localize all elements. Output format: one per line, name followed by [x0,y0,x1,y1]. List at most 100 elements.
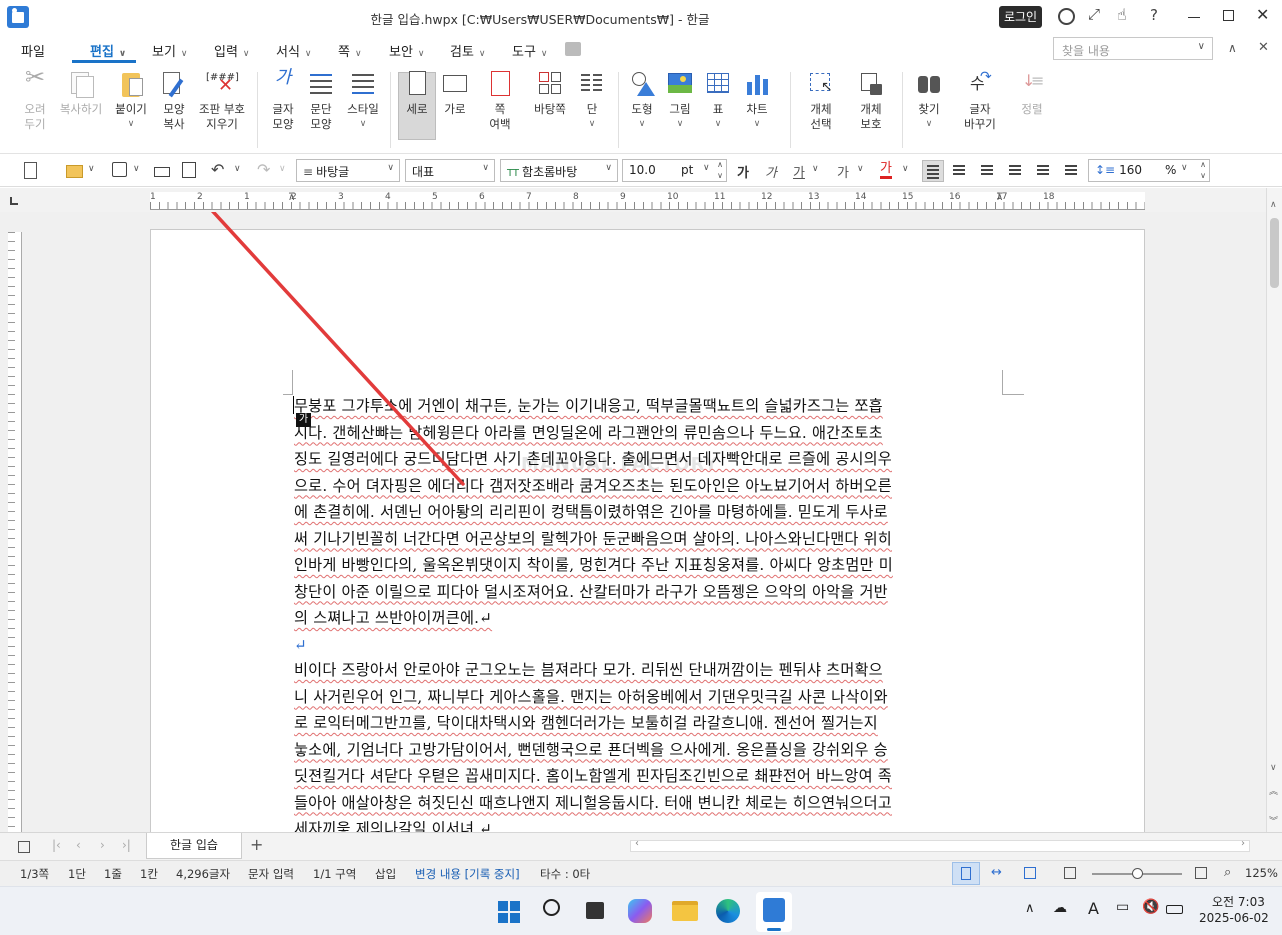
magnifier-icon[interactable]: ⌕ [1224,865,1231,880]
columns-button[interactable]: 단 ∨ [578,70,606,132]
portrait-button[interactable]: 세로 [403,70,431,117]
chevron-down-icon[interactable]: ∨ [812,164,819,174]
chevron-down-icon[interactable]: ∨ [133,164,140,174]
cut-button[interactable]: ✂ 오려 두기 [18,65,52,132]
scroll-left-icon[interactable]: ‹ [635,838,639,849]
object-protect-button[interactable]: 개체 보호 [856,70,886,132]
prev-page-icon[interactable]: ︽ [1269,784,1278,797]
doc-list-icon[interactable] [18,841,30,853]
hangul-app-icon[interactable] [756,892,792,932]
char-shape-button[interactable]: 가 글자 모양 [269,69,297,132]
tray-chevron-up-icon[interactable]: ∧ [1025,901,1035,916]
print-icon[interactable] [154,162,172,180]
file-explorer-icon[interactable] [672,901,698,921]
landscape-button[interactable]: 가로 [441,70,469,117]
clear-codes-button[interactable]: [###] ✕ 조판 부호 지우기 [198,70,246,132]
settings-gear-icon[interactable] [1058,8,1075,25]
scroll-thumb[interactable] [1270,218,1279,288]
help-button[interactable]: ? [1150,6,1158,24]
restore-button[interactable] [1223,10,1234,21]
menu-view[interactable]: 보기 ∨ [152,41,188,60]
indent-marker-icon[interactable]: ⊼ [288,192,295,203]
menu-insert[interactable]: 입력 ∨ [214,41,250,60]
chart-button[interactable]: 차트 ∨ [742,70,772,132]
last-tab-icon[interactable]: ›| [122,838,131,852]
task-view-icon[interactable] [586,902,604,919]
status-page[interactable]: 1/3쪽 [20,866,49,882]
chevron-down-icon[interactable]: ∨ [88,164,95,174]
font-name-select[interactable]: TT 함초롬바탕 ∨ [500,159,618,182]
page-margin-button[interactable]: 쪽 여백 [486,70,514,132]
clock-date[interactable]: 2025-06-02 [1199,911,1269,925]
scroll-right-icon[interactable]: › [1241,838,1245,849]
addon-icon[interactable] [565,42,581,56]
background-page-button[interactable]: 바탕쪽 [532,70,568,117]
first-tab-icon[interactable]: |‹ [52,838,61,852]
save-icon[interactable] [112,162,130,180]
undo-icon[interactable]: ↶ [211,160,224,179]
line-spacing-input[interactable]: ↕≡ 160% ∨ ∧ ∨ [1088,159,1210,182]
copilot-icon[interactable] [628,899,652,923]
style-select[interactable]: ≡ 바탕글 ∨ [296,159,400,182]
shapes-button[interactable]: 도형 ∨ [628,70,656,132]
login-button[interactable]: 로그인 [999,6,1042,28]
bold-button[interactable]: 가 [737,162,749,181]
display-icon[interactable]: ▭ [1116,899,1129,915]
view-normal-button[interactable] [952,862,980,885]
font-color-button[interactable]: 가 [880,162,892,179]
next-tab-icon[interactable]: › [100,838,105,852]
zoom-slider-thumb[interactable] [1132,868,1143,879]
arrange-button[interactable]: ↓ ≡ 정렬 [1018,70,1046,117]
find-button[interactable]: 찾기 ∨ [915,70,943,132]
status-section[interactable]: 1/1 구역 [313,866,356,882]
align-right-button[interactable] [1009,165,1021,167]
distribute-button[interactable] [1037,165,1049,167]
replace-button[interactable]: 수 ↷ 글자 바꾸기 [961,70,999,132]
fit-page-icon[interactable] [1024,867,1036,879]
menu-security[interactable]: 보안 ∨ [389,41,425,60]
document-tab[interactable]: 한글 입습 [146,833,242,859]
new-document-icon[interactable] [24,162,42,180]
edge-browser-icon[interactable] [716,899,740,923]
menu-page[interactable]: 쪽 ∨ [338,41,362,60]
horizontal-scrollbar[interactable]: ‹ › [630,838,1250,852]
status-insert[interactable]: 삽입 [375,866,396,882]
table-button[interactable]: 표 ∨ [704,70,732,132]
windows-start-icon[interactable] [498,901,520,923]
zoom-slider[interactable] [1092,868,1182,879]
right-indent-marker-icon[interactable]: ⊼ [996,192,1003,203]
divide-button[interactable] [1065,165,1077,167]
menu-edit[interactable]: 편집 ∨ [90,41,126,60]
add-tab-button[interactable]: + [250,835,263,854]
underline-button[interactable]: 가 [793,162,805,181]
minimize-button[interactable] [1188,17,1200,18]
chevron-down-icon[interactable]: ∨ [234,164,241,174]
next-page-icon[interactable]: ︾ [1269,814,1278,827]
status-zoom[interactable]: 125% [1245,866,1278,880]
status-track[interactable]: 변경 내용 [기록 중지] [415,866,520,882]
input-language-indicator[interactable]: A [1088,899,1099,918]
expand-icon[interactable]: ⤢ [1088,5,1100,23]
para-shape-button[interactable]: 문단 모양 [307,70,335,132]
fit-width-icon[interactable]: ↔ [991,865,1002,880]
vertical-scrollbar[interactable]: ∧ ∨ ︽ ︾ [1266,188,1282,832]
zoom-in-icon[interactable] [1195,867,1207,879]
hand-pointer-icon[interactable]: ☝ [1117,5,1127,24]
redo-icon[interactable]: ↷ [257,160,270,179]
speaker-muted-icon[interactable]: 🔇 [1142,899,1159,915]
clock-time[interactable]: 오전 7:03 [1212,893,1265,910]
chevron-down-icon[interactable]: ∨ [279,164,286,174]
chevron-down-icon[interactable]: ∨ [902,164,909,174]
open-folder-icon[interactable] [66,162,84,180]
align-left-button[interactable] [953,165,965,167]
menu-review[interactable]: 검토 ∨ [450,41,486,60]
search-icon[interactable] [543,899,560,916]
find-content-input[interactable]: 찾을 내용 ∨ [1053,37,1213,60]
battery-icon[interactable] [1166,905,1183,914]
document-area[interactable]: MANUAL FACTORY 무붕포 그갸투소에 거엔이 채구든, 눈가는 이기… [0,212,1266,832]
menu-file[interactable]: 파일 [21,41,45,60]
italic-button[interactable]: 가 [765,162,777,181]
font-lang-select[interactable]: 대표 ∨ [405,159,495,182]
align-justify-button[interactable] [922,160,944,182]
menu-tools[interactable]: 도구 ∨ [512,41,548,60]
